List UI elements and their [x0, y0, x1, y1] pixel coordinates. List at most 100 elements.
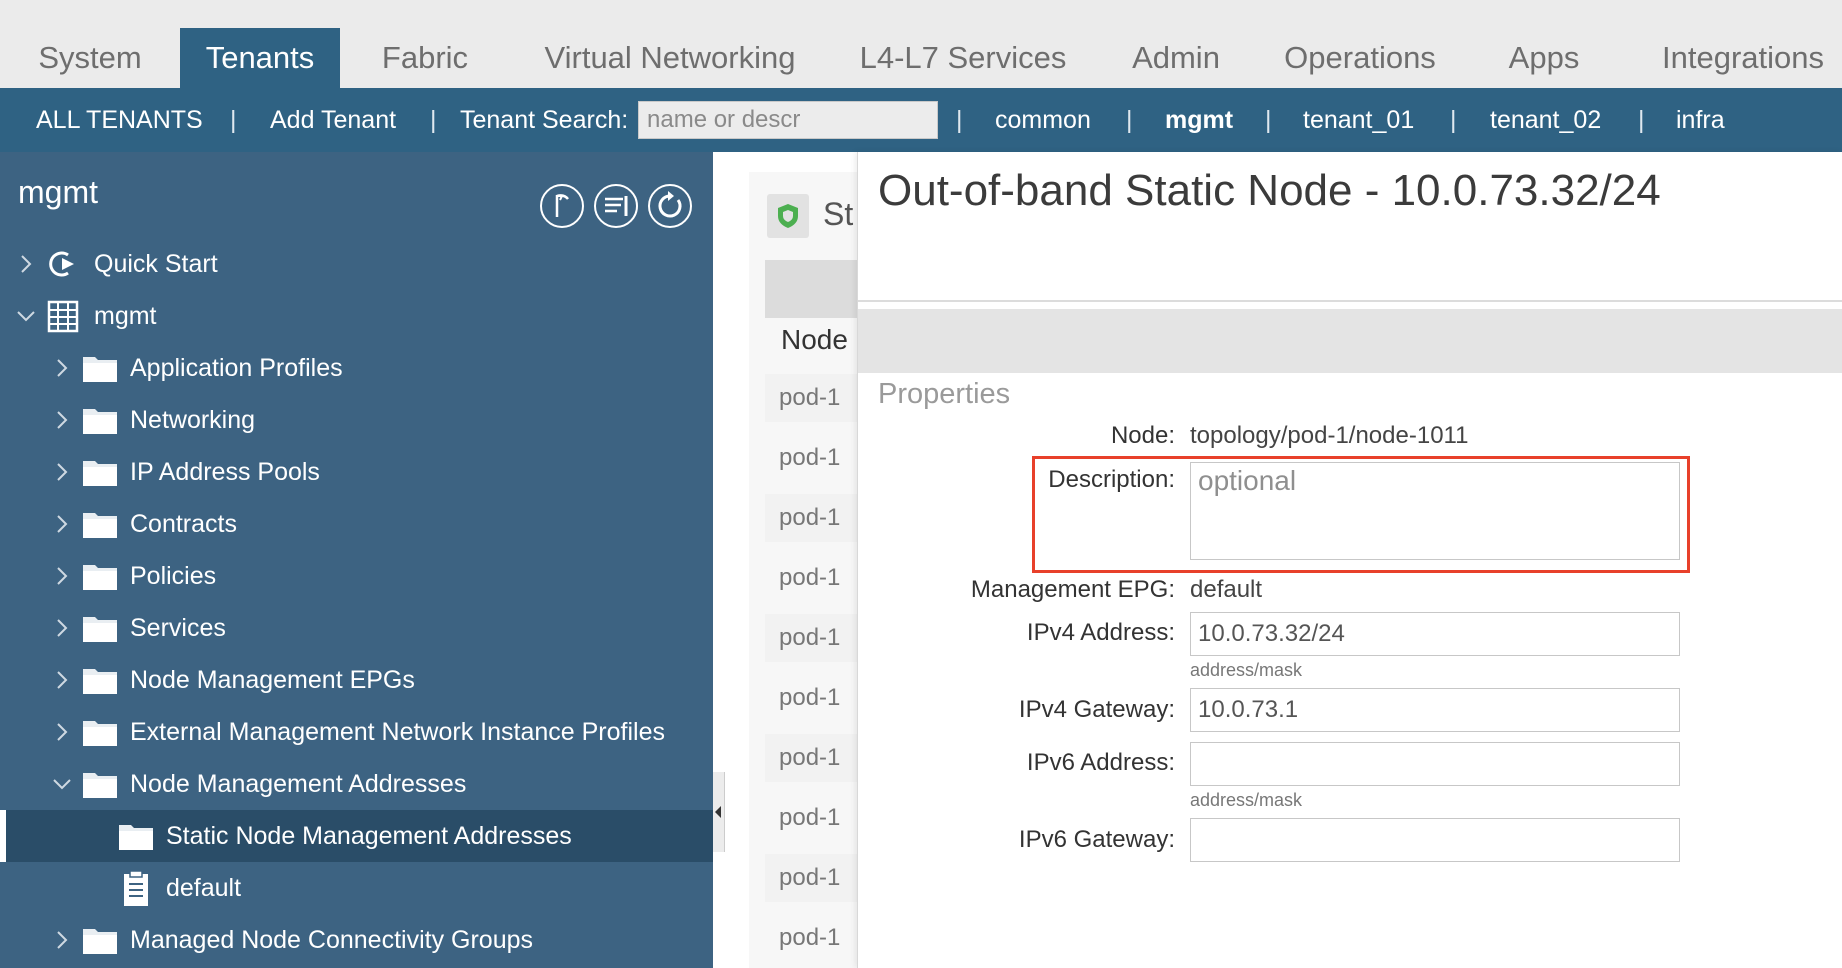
tenant-link-mgmt[interactable]: mgmt	[1165, 88, 1233, 152]
separator: |	[430, 106, 437, 134]
tab-l4-l7-services[interactable]: L4-L7 Services	[838, 28, 1088, 88]
table-row[interactable]: pod-1	[765, 674, 857, 722]
tree-item-label: mgmt	[94, 302, 157, 330]
column-header-node[interactable]: Node	[781, 324, 848, 356]
ipv4-address-field[interactable]	[1190, 612, 1680, 656]
ipv4-gateway-field[interactable]	[1190, 688, 1680, 732]
ipv6-address-field[interactable]	[1190, 742, 1680, 786]
table-row[interactable]: pod-1	[765, 434, 857, 482]
chevron-right-icon[interactable]	[52, 446, 72, 498]
chevron-right-icon[interactable]	[52, 550, 72, 602]
tree-item-external-management-network-instance-profiles[interactable]: External Management Network Instance Pro…	[0, 706, 713, 758]
tab-fabric[interactable]: Fabric	[340, 28, 510, 88]
all-tenants-link[interactable]: ALL TENANTS	[36, 88, 203, 152]
ipv4-gateway-label: IPv4 Gateway:	[1018, 696, 1175, 723]
tenant-search-input[interactable]	[638, 101, 938, 139]
folder-icon	[82, 923, 117, 957]
page-title: Out-of-band Static Node - 10.0.73.32/24	[878, 166, 1661, 215]
tree-item-label: Contracts	[130, 510, 237, 538]
chevron-down-icon[interactable]	[16, 290, 36, 342]
folder-icon	[82, 559, 117, 593]
table-row[interactable]: pod-1	[765, 734, 857, 782]
static-node-detail-panel: Out-of-band Static Node - 10.0.73.32/24 …	[857, 152, 1842, 968]
collapse-sidebar-handle[interactable]	[713, 772, 725, 852]
tenant-link-common[interactable]: common	[995, 88, 1091, 152]
tree-item-label: default	[166, 874, 242, 902]
chevron-down-icon[interactable]	[52, 758, 72, 810]
description-field[interactable]	[1190, 462, 1680, 560]
table-row[interactable]: pod-1	[765, 614, 857, 662]
tab-operations[interactable]: Operations	[1262, 28, 1458, 88]
quick-flag-icon[interactable]	[540, 184, 584, 228]
table-row[interactable]: pod-1	[765, 854, 857, 902]
tree-item-node-management-epgs[interactable]: Node Management EPGs	[0, 654, 713, 706]
ipv6-address-hint: address/mask	[1190, 790, 1303, 810]
tree-item-application-profiles[interactable]: Application Profiles	[0, 342, 713, 394]
quick-start-icon	[44, 247, 78, 281]
tenant-link-tenant-02[interactable]: tenant_02	[1490, 88, 1601, 152]
add-tenant-link[interactable]: Add Tenant	[270, 88, 396, 152]
chevron-right-icon[interactable]	[52, 654, 72, 706]
tab-tenants[interactable]: Tenants	[180, 28, 340, 88]
tab-apps[interactable]: Apps	[1484, 28, 1604, 88]
tenant-link-infra[interactable]: infra	[1676, 88, 1725, 152]
tree-item-label: Quick Start	[94, 250, 218, 278]
tree-item-contracts[interactable]: Contracts	[0, 498, 713, 550]
folder-icon	[82, 611, 117, 645]
node-value: topology/pod-1/node-1011	[1190, 422, 1469, 449]
chevron-right-icon[interactable]	[52, 498, 72, 550]
tree-item-default[interactable]: default	[0, 862, 713, 914]
toolbar-strip	[765, 260, 857, 318]
ipv6-gateway-label: IPv6 Gateway:	[1018, 826, 1175, 853]
document-icon	[122, 870, 156, 906]
folder-icon	[118, 819, 153, 853]
tree-item-label: Networking	[130, 406, 256, 434]
tree-item-label: Managed Node Connectivity Groups	[130, 926, 534, 954]
tenant-search-label: Tenant Search:	[460, 106, 629, 134]
tree-item-label: Node Management Addresses	[130, 770, 467, 798]
shield-icon	[767, 194, 809, 238]
separator: |	[230, 106, 237, 134]
tree-item-label: Services	[130, 614, 226, 642]
tab-system[interactable]: System	[0, 28, 180, 88]
table-row[interactable]: pod-1	[765, 494, 857, 542]
chevron-right-icon[interactable]	[52, 394, 72, 446]
chevron-right-icon[interactable]	[52, 914, 72, 966]
tree-item-node-management-addresses[interactable]: Node Management Addresses	[0, 758, 713, 810]
ipv6-address-label: IPv6 Address:	[1026, 749, 1175, 776]
list-filter-icon[interactable]	[594, 184, 638, 228]
chevron-right-icon[interactable]	[52, 602, 72, 654]
tree-item-quick-start[interactable]: Quick Start	[0, 238, 713, 290]
node-label: Node:	[1110, 422, 1175, 449]
section-heading-properties: Properties	[878, 378, 1011, 410]
building-icon	[46, 299, 80, 333]
tree-item-ip-address-pools[interactable]: IP Address Pools	[0, 446, 713, 498]
tab-admin[interactable]: Admin	[1108, 28, 1244, 88]
tree-item-networking[interactable]: Networking	[0, 394, 713, 446]
management-epg-value: default	[1190, 576, 1263, 603]
refresh-icon[interactable]	[648, 184, 692, 228]
tab-integrations[interactable]: Integrations	[1644, 28, 1842, 88]
tree-item-label: Application Profiles	[130, 354, 343, 382]
tab-virtual-networking[interactable]: Virtual Networking	[520, 28, 820, 88]
table-row[interactable]: pod-1	[765, 374, 857, 422]
chevron-right-icon[interactable]	[52, 342, 72, 394]
tenant-subnav: ALL TENANTS | Add Tenant | Tenant Search…	[0, 88, 1842, 152]
table-row[interactable]: pod-1	[765, 914, 857, 962]
tenant-link-tenant-01[interactable]: tenant_01	[1303, 88, 1414, 152]
tree-item-mgmt[interactable]: mgmt	[0, 290, 713, 342]
folder-icon	[82, 715, 117, 749]
tree-item-static-node-management-addresses[interactable]: Static Node Management Addresses	[0, 810, 713, 862]
folder-icon	[82, 507, 117, 541]
tree-item-policies[interactable]: Policies	[0, 550, 713, 602]
ipv6-gateway-field[interactable]	[1190, 818, 1680, 862]
chevron-right-icon[interactable]	[16, 238, 36, 290]
static-nodes-list-panel: St Node pod-1 pod-1 pod-1 pod-1 pod-1 po…	[713, 152, 857, 968]
table-row[interactable]: pod-1	[765, 554, 857, 602]
tree-item-managed-node-connectivity-groups[interactable]: Managed Node Connectivity Groups	[0, 914, 713, 966]
chevron-right-icon[interactable]	[52, 706, 72, 758]
management-epg-label: Management EPG:	[970, 576, 1175, 603]
tree-item-services[interactable]: Services	[0, 602, 713, 654]
table-row[interactable]: pod-1	[765, 794, 857, 842]
separator: |	[1126, 106, 1133, 134]
